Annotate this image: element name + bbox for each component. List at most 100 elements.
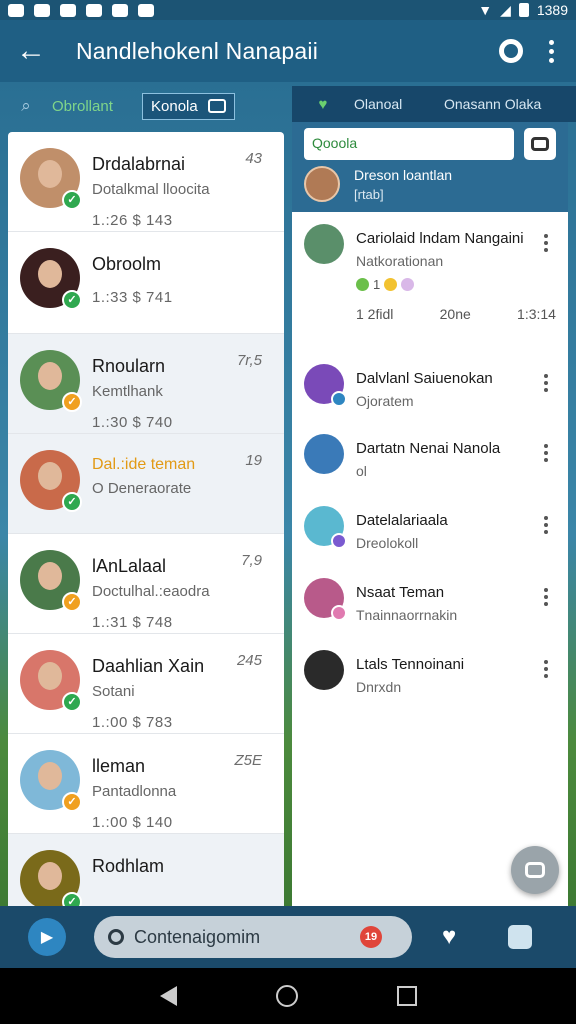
- more-options-icon[interactable]: [544, 660, 548, 678]
- tab-box-label: Konola: [151, 97, 198, 115]
- contact-name: Obroolm: [92, 254, 162, 274]
- contact-sub: Kemtlhank: [92, 383, 163, 400]
- contact-sub: Pantadlonna: [92, 783, 177, 800]
- contact-row[interactable]: ✓ lAnLalaal Doctulhal.:eaodra 1.:31 $ 74…: [8, 534, 284, 634]
- camera-icon: [531, 137, 549, 151]
- mail-icon: [34, 3, 50, 17]
- contact-stats: 1 2fidl 20ne 1:3:14: [292, 292, 568, 322]
- right-contact-row[interactable]: Cariolaid lndam Nangaini Natkorationan 1…: [292, 212, 568, 352]
- right-contact-sub: Tnainnaorrnakin: [356, 607, 458, 623]
- pinned-sub: [rtab]: [354, 186, 384, 202]
- contact-sub: Doctulhal.:eaodra: [92, 583, 210, 600]
- right-contact-name: Ltals Tennoinani: [356, 656, 465, 673]
- unread-count: 19: [245, 452, 262, 469]
- avatar: ✓: [20, 750, 82, 812]
- contact-row[interactable]: ✓ lleman Pantadlonna 1.:00 $ 140 Z5E: [8, 734, 284, 834]
- tab-online[interactable]: Obrollant: [52, 98, 142, 115]
- page-title: Nandlehokenl Nanapaii: [76, 37, 319, 64]
- bottom-search-placeholder: Contenaigomim: [134, 926, 261, 947]
- contact-row[interactable]: ✓ Rnoularn Kemtlhank 1.:30 $ 740 7r,5: [8, 334, 284, 434]
- contact-sub: O Deneraorate: [92, 480, 192, 497]
- bottom-bar: ▶ Contenaigomim 19 ♥: [0, 906, 576, 968]
- right-contact-row[interactable]: Dartatn Nenai Nanola ol: [292, 422, 568, 494]
- right-contact-name: Datelalariaala: [356, 512, 448, 529]
- right-contact-name: Cariolaid lndam Nangaini: [356, 230, 524, 247]
- avatar: ✓: [20, 850, 82, 906]
- right-tabs: ♥ Olanoal Onasann Olaka: [292, 86, 576, 122]
- avatar: ✓: [20, 350, 82, 412]
- more-options-icon[interactable]: [544, 444, 548, 462]
- contact-row[interactable]: ✓ Dal.:ide teman O Deneraorate 19: [8, 434, 284, 534]
- camera-button[interactable]: [524, 128, 556, 160]
- chat-icon[interactable]: ▶: [28, 918, 66, 956]
- right-contact-row[interactable]: Ltals Tennoinani Dnrxdn: [292, 638, 568, 710]
- contact-row[interactable]: ✓ Daahlian Xain Sotani 1.:00 $ 783 245: [8, 634, 284, 734]
- bottom-search-field[interactable]: Contenaigomim 19: [94, 916, 412, 958]
- contact-row[interactable]: ✓ Drdalabrnai Dotalkmal lloocita 1.:26 $…: [8, 132, 284, 232]
- more-options-icon[interactable]: [544, 234, 548, 252]
- more-options-icon[interactable]: [544, 588, 548, 606]
- avatar: [304, 166, 340, 202]
- unread-count: 7,9: [241, 552, 262, 569]
- reaction-count: 1: [373, 277, 381, 292]
- unread-count: 7r,5: [236, 352, 262, 369]
- camera-icon: [112, 3, 128, 17]
- status-bar: ▼ ◢ 1389: [0, 0, 576, 20]
- right-contact-sub: Dnrxdn: [356, 679, 402, 695]
- avatar-face: [38, 862, 62, 890]
- more-options-icon[interactable]: [549, 39, 554, 63]
- more-options-icon[interactable]: [544, 374, 548, 392]
- location-icon: [138, 3, 154, 17]
- contact-row[interactable]: ✓ Obroolm 1.:33 $ 741: [8, 232, 284, 334]
- right-search-field[interactable]: Qooola: [304, 128, 514, 160]
- avatar-face: [38, 662, 62, 690]
- notification-badge[interactable]: 19: [360, 926, 382, 948]
- search-icon[interactable]: ⌕: [0, 96, 52, 116]
- unread-count: 43: [245, 150, 262, 167]
- online-badge-icon: ✓: [62, 492, 82, 512]
- online-badge-icon: ✓: [62, 892, 82, 906]
- right-contact-sub: Natkorationan: [356, 253, 444, 269]
- wifi-icon: ▼: [478, 2, 493, 18]
- right-contact-row[interactable]: Nsaat Teman Tnainnaorrnakin: [292, 566, 568, 638]
- stat-value: 1:3:14: [517, 306, 556, 322]
- pinned-contact[interactable]: Dreson loantlan [rtab]: [304, 166, 452, 202]
- right-contact-row[interactable]: Datelalariaala Dreolokoll: [292, 494, 568, 566]
- tab-right-1[interactable]: Olanoal: [354, 96, 444, 112]
- more-options-icon[interactable]: [544, 516, 548, 534]
- right-contact-name: Nsaat Teman: [356, 584, 445, 601]
- battery-icon: [518, 3, 529, 17]
- online-badge-icon: ✓: [62, 190, 82, 210]
- contact-sub: Dotalkmal lloocita: [92, 181, 210, 198]
- avatar-face: [38, 462, 62, 490]
- tab-box[interactable]: Konola: [142, 92, 235, 120]
- right-contact-row[interactable]: Dalvlanl Saiuenokan Ojoratem: [292, 352, 568, 422]
- back-arrow-icon[interactable]: ←: [0, 34, 62, 68]
- avatar-face: [38, 260, 62, 288]
- avatar-face: [38, 562, 62, 590]
- status-badge-icon: [331, 391, 347, 407]
- camera-icon: [525, 862, 545, 878]
- avatar: ✓: [20, 450, 82, 512]
- avatar: [304, 650, 344, 690]
- app-bar: ← Nandlehokenl Nanapaii: [0, 20, 576, 82]
- tab-right-2[interactable]: Onasann Olaka: [444, 96, 541, 112]
- reaction-icon: [356, 278, 369, 291]
- status-badge-icon: [331, 533, 347, 549]
- camera-fab[interactable]: [511, 846, 559, 894]
- online-badge-icon: ✓: [62, 592, 82, 612]
- online-badge-icon: ✓: [62, 792, 82, 812]
- contact-row[interactable]: ✓ Rodhlam: [8, 834, 284, 906]
- nav-recent-icon[interactable]: [396, 986, 417, 1006]
- settings-gear-icon[interactable]: [499, 39, 523, 63]
- nav-home-icon[interactable]: [275, 985, 298, 1007]
- online-badge-icon: ✓: [62, 290, 82, 310]
- favorite-tab-icon[interactable]: ♥: [292, 96, 354, 113]
- status-badge-icon: [331, 605, 347, 621]
- puzzle-icon[interactable]: [508, 925, 533, 949]
- heart-icon[interactable]: ♥: [442, 923, 456, 951]
- unread-count: 245: [236, 652, 262, 669]
- avatar-face: [38, 762, 62, 790]
- nav-back-icon[interactable]: [159, 986, 177, 1006]
- avatar: [304, 506, 347, 549]
